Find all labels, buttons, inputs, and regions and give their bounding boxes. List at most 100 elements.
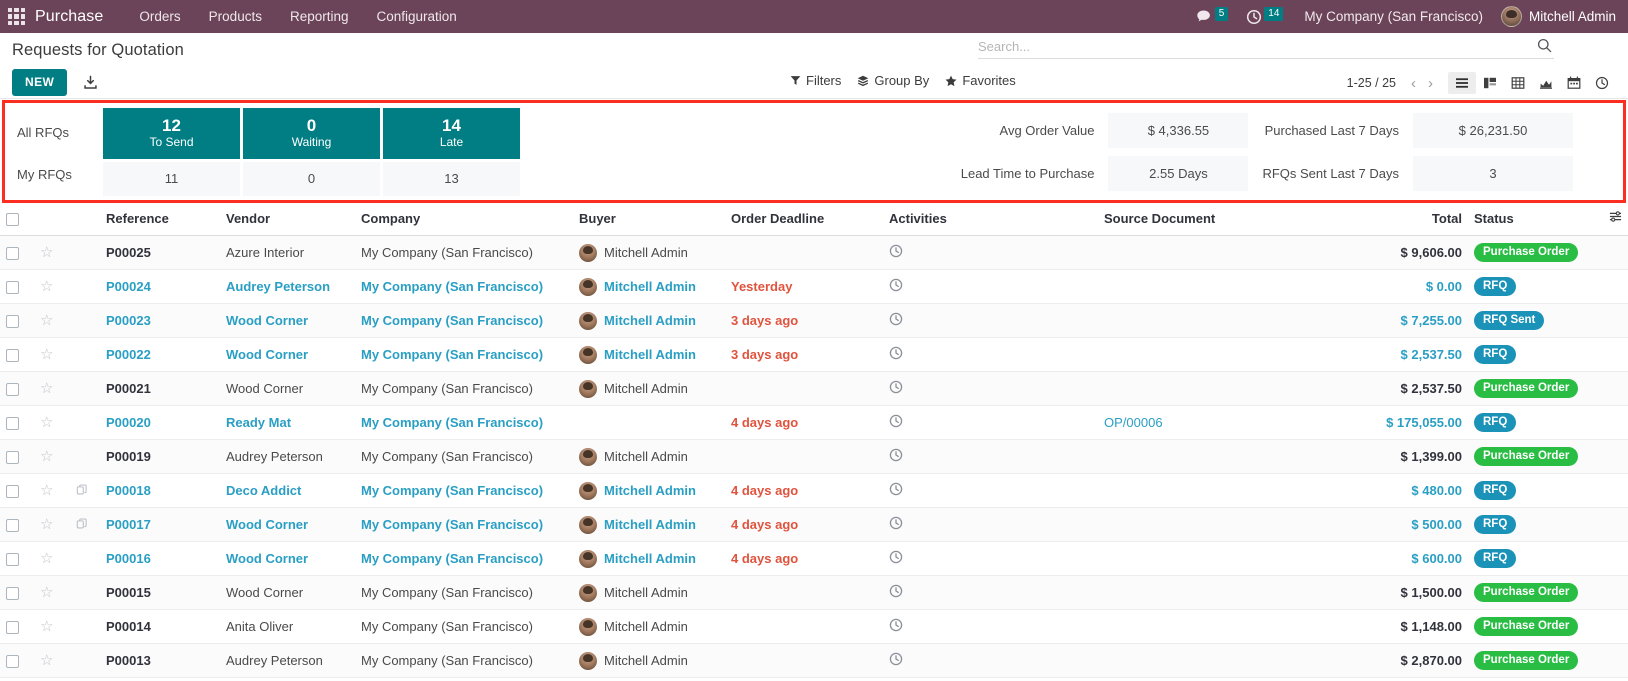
table-row[interactable]: ☆ P00020 Ready Mat My Company (San Francisc…: [0, 405, 1628, 440]
user-menu[interactable]: Mitchell Admin: [1495, 6, 1616, 27]
attachment-icon[interactable]: [76, 484, 88, 499]
row-checkbox[interactable]: [6, 553, 19, 567]
column-header-activities[interactable]: Activities: [883, 203, 1098, 236]
status-badge[interactable]: Purchase Order: [1474, 447, 1579, 466]
favorite-star-icon[interactable]: ☆: [40, 653, 53, 668]
table-row[interactable]: ☆ P00022 Wood Corner My Company (San Franci…: [0, 337, 1628, 372]
search-icon[interactable]: [1537, 38, 1552, 56]
filters-dropdown[interactable]: Filters: [790, 73, 841, 88]
table-row[interactable]: ☆ P00016 Wood Corner My Company (San Franci…: [0, 541, 1628, 576]
favorite-star-icon[interactable]: ☆: [40, 415, 53, 430]
view-activity-button[interactable]: [1588, 72, 1616, 94]
activity-clock-icon[interactable]: [889, 550, 903, 567]
status-badge[interactable]: RFQ: [1474, 413, 1517, 432]
column-header-company[interactable]: Company: [355, 203, 573, 236]
status-badge[interactable]: RFQ: [1474, 345, 1517, 364]
view-graph-button[interactable]: [1532, 72, 1560, 94]
table-row[interactable]: ☆ P00018 Deco Addict My Company (San Franci…: [0, 473, 1628, 508]
status-badge[interactable]: Purchase Order: [1474, 617, 1579, 636]
group-by-dropdown[interactable]: Group By: [857, 73, 929, 88]
activity-clock-icon[interactable]: [889, 380, 903, 397]
optional-columns-toggle-icon[interactable]: [1609, 210, 1622, 226]
menu-item-reporting[interactable]: Reporting: [276, 3, 363, 30]
activity-clock-icon[interactable]: [889, 516, 903, 533]
table-row[interactable]: ☆ P00024 Audrey Peterson My Company (San Fr…: [0, 269, 1628, 304]
stat-value-avg-order-value[interactable]: $ 4,336.55: [1108, 112, 1249, 148]
row-checkbox[interactable]: [6, 655, 19, 669]
row-checkbox[interactable]: [6, 315, 19, 329]
kpi-my-waiting[interactable]: 0: [243, 161, 380, 196]
status-badge[interactable]: RFQ: [1474, 277, 1517, 296]
row-checkbox[interactable]: [6, 281, 19, 295]
status-badge[interactable]: RFQ: [1474, 481, 1517, 500]
table-row[interactable]: ☆ P00014 Anita Oliver My Company (San Franc…: [0, 609, 1628, 644]
kpi-all-to-send[interactable]: 12 To Send: [103, 107, 240, 159]
status-badge[interactable]: RFQ: [1474, 515, 1517, 534]
column-header-total[interactable]: Total: [1328, 203, 1468, 236]
row-checkbox[interactable]: [6, 519, 19, 533]
activity-clock-icon[interactable]: [889, 346, 903, 363]
status-badge[interactable]: Purchase Order: [1474, 651, 1579, 670]
pager-previous-button[interactable]: ‹: [1406, 76, 1421, 91]
search-input[interactable]: [978, 39, 1554, 54]
status-badge[interactable]: RFQ Sent: [1474, 311, 1545, 330]
view-calendar-button[interactable]: [1560, 72, 1588, 94]
menu-item-orders[interactable]: Orders: [125, 3, 194, 30]
activity-clock-icon[interactable]: [889, 278, 903, 295]
stat-value-rfqs-sent-last-7-days[interactable]: 3: [1413, 155, 1573, 191]
favorite-star-icon[interactable]: ☆: [40, 313, 53, 328]
menu-item-products[interactable]: Products: [195, 3, 276, 30]
row-checkbox[interactable]: [6, 485, 19, 499]
messages-button[interactable]: 5: [1187, 0, 1238, 33]
company-switcher[interactable]: My Company (San Francisco): [1292, 9, 1495, 24]
row-checkbox[interactable]: [6, 349, 19, 363]
row-checkbox[interactable]: [6, 587, 19, 601]
activity-clock-icon[interactable]: [889, 482, 903, 499]
status-badge[interactable]: Purchase Order: [1474, 583, 1579, 602]
activity-clock-icon[interactable]: [889, 244, 903, 261]
column-header-order-deadline[interactable]: Order Deadline: [725, 203, 883, 236]
favorite-star-icon[interactable]: ☆: [40, 551, 53, 566]
row-checkbox[interactable]: [6, 621, 19, 635]
select-all-checkbox[interactable]: [6, 212, 19, 226]
favorite-star-icon[interactable]: ☆: [40, 585, 53, 600]
favorite-star-icon[interactable]: ☆: [40, 517, 53, 532]
kpi-all-waiting[interactable]: 0 Waiting: [243, 107, 380, 159]
import-download-icon[interactable]: [81, 73, 100, 92]
activity-clock-icon[interactable]: [889, 414, 903, 431]
table-row[interactable]: ☆ P00015 Wood Corner My Company (San Franci…: [0, 575, 1628, 610]
view-list-button[interactable]: [1448, 72, 1476, 94]
activity-clock-icon[interactable]: [889, 448, 903, 465]
row-checkbox[interactable]: [6, 451, 19, 465]
app-brand-purchase[interactable]: Purchase: [35, 8, 103, 26]
activity-clock-icon[interactable]: [889, 312, 903, 329]
status-badge[interactable]: Purchase Order: [1474, 379, 1579, 398]
new-button[interactable]: NEW: [12, 69, 68, 96]
status-badge[interactable]: RFQ: [1474, 549, 1517, 568]
favorite-star-icon[interactable]: ☆: [40, 279, 53, 294]
favorite-star-icon[interactable]: ☆: [40, 347, 53, 362]
favorite-star-icon[interactable]: ☆: [40, 381, 53, 396]
table-row[interactable]: ☆ P00023 Wood Corner My Company (San Franci…: [0, 303, 1628, 338]
activity-clock-icon[interactable]: [889, 584, 903, 601]
table-row[interactable]: ☆ P00019 Audrey Peterson My Company (San Fr…: [0, 439, 1628, 474]
activity-clock-icon[interactable]: [889, 652, 903, 669]
view-kanban-button[interactable]: [1476, 72, 1504, 94]
menu-item-configuration[interactable]: Configuration: [363, 3, 471, 30]
table-row[interactable]: ☆ P00025 Azure Interior My Company (San Fra…: [0, 235, 1628, 270]
apps-grid-icon[interactable]: [8, 8, 25, 25]
column-header-vendor[interactable]: Vendor: [220, 203, 355, 236]
stat-value-lead-time-to-purchase[interactable]: 2.55 Days: [1108, 155, 1249, 191]
column-header-reference[interactable]: Reference: [100, 203, 220, 236]
column-header-status[interactable]: Status: [1468, 203, 1603, 236]
table-row[interactable]: ☆ P00013 Audrey Peterson My Company (San Fr…: [0, 643, 1628, 678]
favorites-dropdown[interactable]: Favorites: [945, 73, 1016, 88]
stat-value-purchased-last-7-days[interactable]: $ 26,231.50: [1413, 112, 1573, 148]
status-badge[interactable]: Purchase Order: [1474, 243, 1579, 262]
row-checkbox[interactable]: [6, 417, 19, 431]
view-pivot-button[interactable]: [1504, 72, 1532, 94]
row-checkbox[interactable]: [6, 247, 19, 261]
row-checkbox[interactable]: [6, 383, 19, 397]
kpi-all-late[interactable]: 14 Late: [383, 107, 520, 159]
attachment-icon[interactable]: [76, 518, 88, 533]
